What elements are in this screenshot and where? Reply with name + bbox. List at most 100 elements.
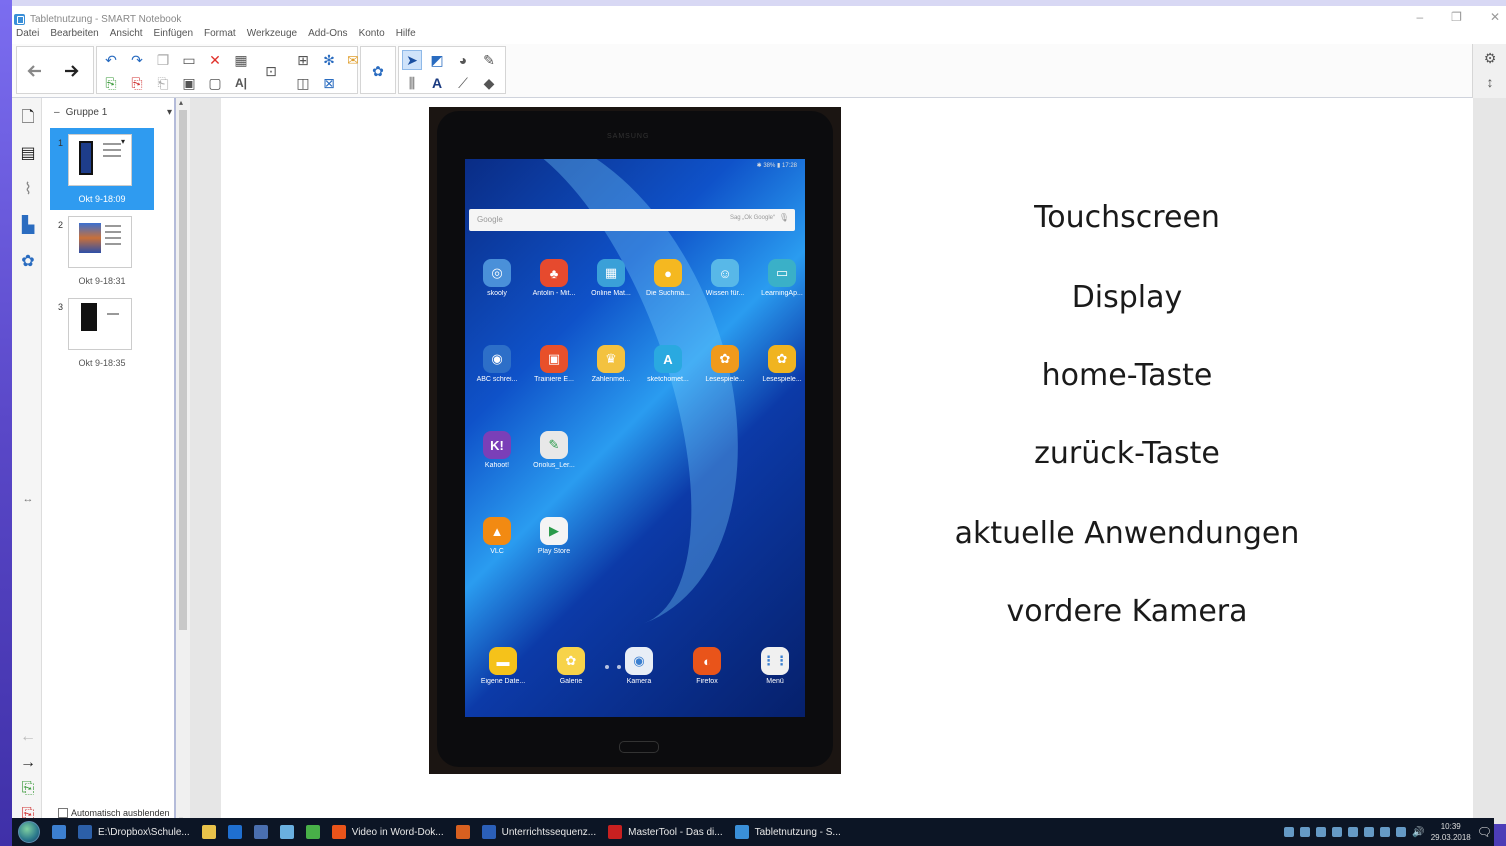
taskbar-item[interactable] — [248, 818, 274, 846]
document-camera-button[interactable]: ⊞ — [293, 50, 313, 70]
tray-icon[interactable] — [1316, 827, 1327, 837]
taskbar-item[interactable] — [196, 818, 222, 846]
menu-add-ons[interactable]: Add-Ons — [308, 28, 347, 44]
addons-tab[interactable]: ✿ — [17, 248, 39, 274]
auto-hide-checkbox[interactable] — [58, 808, 68, 818]
scroll-up-icon[interactable]: ▴ — [179, 98, 183, 107]
gallery-tab[interactable]: ▤ — [17, 140, 39, 166]
page-timestamp: Okt 9-18:09 — [78, 194, 126, 204]
action-center-icon[interactable]: 🗨 — [1477, 825, 1492, 839]
term-zurueck-taste[interactable]: zurück-Taste — [912, 436, 1342, 471]
table-button[interactable]: ▦ — [231, 50, 251, 70]
remove-page-icon: ⎘ — [131, 74, 143, 91]
volume-icon[interactable]: 🔊 — [1412, 827, 1424, 838]
taskbar-item[interactable] — [222, 818, 248, 846]
shapes-tool[interactable]: ◩ — [427, 50, 447, 70]
undo-button[interactable]: ↶ — [101, 50, 121, 70]
line-tool[interactable]: ⟋ — [453, 73, 473, 93]
tray-icon[interactable] — [1396, 827, 1407, 837]
text-tool[interactable]: A — [427, 73, 447, 93]
chevron-down-icon[interactable]: ▾ — [167, 107, 172, 118]
minimize-button[interactable]: – — [1416, 10, 1423, 24]
toolbar-settings-button[interactable]: ⚙ — [1480, 48, 1500, 68]
system-clock[interactable]: 10:39 29.03.2018 — [1431, 821, 1471, 843]
tray-icon[interactable] — [1380, 827, 1391, 837]
search-hint: Sag „Ok Google“ — [729, 215, 775, 221]
term-display[interactable]: Display — [912, 280, 1342, 315]
menu-werkzeuge[interactable]: Werkzeuge — [247, 28, 297, 44]
restore-button[interactable]: ❐ — [1451, 10, 1462, 24]
tray-icon[interactable] — [1332, 827, 1343, 837]
sidebar-prev-page[interactable]: ← — [17, 724, 39, 750]
screen-shade-button[interactable]: ▢ — [205, 73, 225, 93]
page-sorter-tab[interactable]: 🗋 — [17, 106, 39, 132]
term-home-taste[interactable]: home-Taste — [912, 358, 1342, 393]
select-tool[interactable]: ➤ — [402, 50, 422, 70]
taskbar-item[interactable]: E:\Dropbox\Schule... — [72, 818, 196, 846]
term-touchscreen[interactable]: Touchscreen — [912, 200, 1342, 235]
menu-format[interactable]: Format — [204, 28, 236, 44]
next-page-button[interactable] — [61, 61, 81, 81]
sidebar-add-page[interactable]: ⎘ — [17, 776, 39, 802]
page-thumbnail-2[interactable]: 2 Okt 9-18:31 — [50, 210, 154, 292]
taskbar-item[interactable] — [300, 818, 326, 846]
page-thumbnail-3[interactable]: 3 Okt 9-18:35 — [50, 292, 154, 374]
menu-konto[interactable]: Konto — [359, 28, 385, 44]
save-button[interactable]: ▣ — [179, 73, 199, 93]
group-header[interactable]: – Gruppe 1 ▾ — [54, 104, 172, 120]
menu-ansicht[interactable]: Ansicht — [110, 28, 143, 44]
fill-tool[interactable]: ◕ — [453, 50, 473, 70]
page-thumbnail-1[interactable]: 1 ▾ Okt 9-18:09 — [50, 128, 154, 210]
resize-panel-handle[interactable]: ↔ — [17, 486, 39, 512]
app-glyph-icon: ◎ — [483, 259, 511, 287]
new-page-button[interactable]: ⎘ — [101, 73, 121, 93]
display-button[interactable]: ◫ — [293, 73, 313, 93]
import-button[interactable]: ⎗ — [153, 73, 173, 93]
scrollbar-thumb[interactable] — [179, 110, 187, 630]
app-glyph-icon: ▣ — [540, 345, 568, 373]
fullscreen-button[interactable]: ⊠ — [319, 73, 339, 93]
start-button[interactable] — [12, 818, 46, 846]
properties-tab[interactable]: ▙ — [17, 212, 39, 238]
menu-bearbeiten[interactable]: Bearbeiten — [50, 28, 98, 44]
auto-hide-option[interactable]: Automatisch ausblenden — [58, 808, 170, 818]
app-label: Lesespiele... — [762, 376, 802, 383]
tablet-photo[interactable]: SAMSUNG ✱ 38% ▮ 17:28 Google Sag „Ok Goo… — [429, 107, 841, 774]
taskbar-item[interactable] — [274, 818, 300, 846]
taskbar-item[interactable]: Tabletnutzung - S... — [729, 818, 847, 846]
attachments-tab[interactable]: ⌇ — [17, 176, 39, 202]
thumbnail-menu-icon[interactable]: ▾ — [121, 137, 125, 146]
delete-button[interactable]: ✕ — [205, 50, 225, 70]
redo-button[interactable]: ↷ — [127, 50, 147, 70]
term-aktuelle-anwendungen[interactable]: aktuelle Anwendungen — [912, 516, 1342, 551]
addons-button[interactable]: ✻ — [319, 50, 339, 70]
clone-button[interactable]: ❐ — [153, 50, 173, 70]
taskbar-item[interactable]: MasterTool - Das di... — [602, 818, 728, 846]
sidebar-next-page[interactable]: → — [17, 750, 39, 776]
delete-page-button[interactable]: ⎘ — [127, 73, 147, 93]
taskbar-item-label: Unterrichtssequenz... — [501, 826, 597, 838]
pens-tool[interactable]: ⫼ — [402, 73, 422, 93]
taskbar-item[interactable] — [46, 818, 72, 846]
tray-icon[interactable] — [1300, 827, 1311, 837]
magic-pen-tool[interactable]: ✎ — [479, 50, 499, 70]
capture-button[interactable]: ⊡ — [261, 61, 281, 81]
eraser-tool[interactable]: ◆ — [479, 73, 499, 93]
tray-icon[interactable] — [1284, 827, 1295, 837]
sorter-scrollbar[interactable]: ▴ ▾ — [176, 98, 190, 824]
term-vordere-kamera[interactable]: vordere Kamera — [912, 594, 1342, 629]
menu-einfuegen[interactable]: Einfügen — [154, 28, 193, 44]
lesson-activity-button[interactable]: ✿ — [368, 61, 388, 81]
menu-datei[interactable]: Datei — [16, 28, 39, 44]
text-recognition-button[interactable]: A| — [231, 73, 251, 93]
tray-icon[interactable] — [1364, 827, 1375, 837]
menu-hilfe[interactable]: Hilfe — [396, 28, 416, 44]
close-window-button[interactable]: ✕ — [1490, 10, 1500, 24]
taskbar-item[interactable]: Unterrichtssequenz... — [476, 818, 603, 846]
taskbar-item[interactable]: Video in Word-Dok... — [326, 818, 450, 846]
taskbar-item[interactable] — [450, 818, 476, 846]
tray-icon[interactable] — [1348, 827, 1359, 837]
toolbar-move-button[interactable]: ↕ — [1480, 72, 1500, 92]
previous-page-button[interactable] — [25, 61, 45, 81]
paste-button[interactable]: ▭ — [179, 50, 199, 70]
